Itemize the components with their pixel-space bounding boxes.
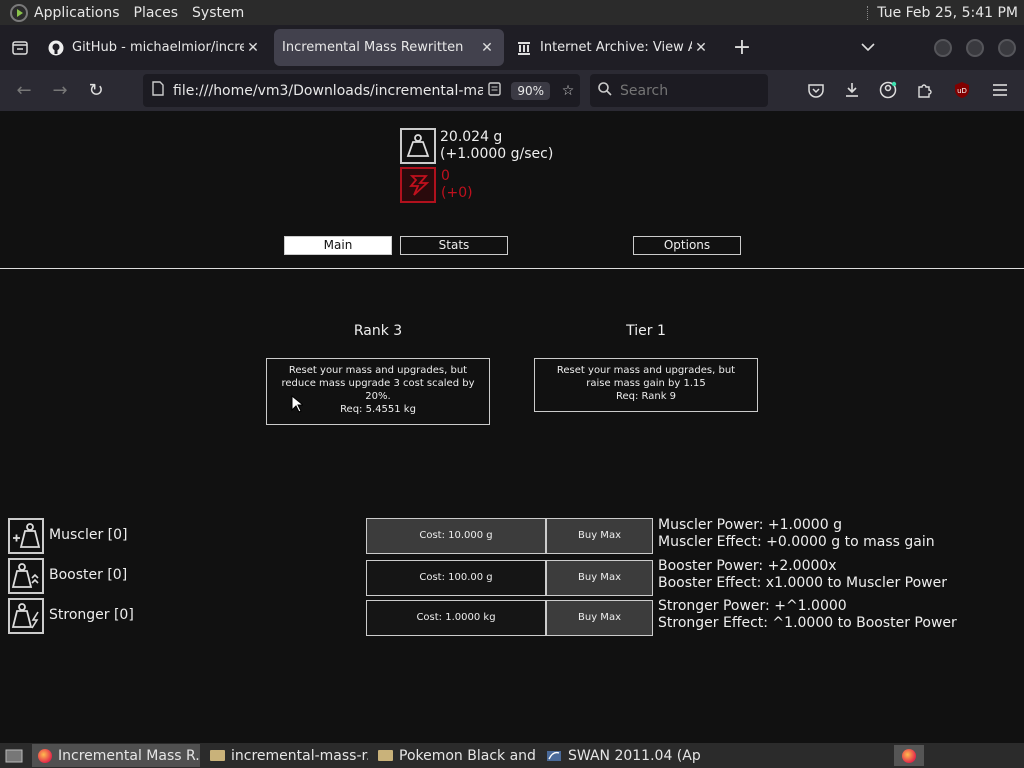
stronger-label: Stronger [0] [49,607,134,623]
tab-stats[interactable]: Stats [400,236,508,255]
stronger-effect: Stronger Effect: ^1.0000 to Booster Powe… [658,615,957,631]
github-icon [48,40,64,56]
taskbar-item-folder-pokemon[interactable]: Pokemon Black and... [372,744,536,767]
stronger-power: Stronger Power: +^1.0000 [658,598,847,614]
folder-icon [210,748,225,764]
tab-title: Internet Archive: View Archive [540,40,692,55]
muscler-effect: Muscler Effect: +0.0000 g to mass gain [658,534,935,550]
rank-reset-req: Req: 5.4551 kg [340,404,416,415]
menu-system[interactable]: System [192,5,244,21]
divider [0,268,1024,269]
tier-reset-button[interactable]: Reset your mass and upgrades, but raise … [534,358,758,412]
archive-icon [516,40,532,56]
booster-buy-max-button[interactable]: Buy Max [546,560,653,596]
tray-firefox-icon[interactable] [894,745,924,766]
tab-incremental-mass[interactable]: Incremental Mass Rewritten ✕ [274,29,504,66]
extensions-icon[interactable] [912,78,936,102]
taskbar-item-folder-incremental[interactable]: incremental-mass-r... [204,744,368,767]
firefox-view-icon[interactable] [0,25,40,70]
minimize-window-button[interactable] [934,39,952,57]
menu-places[interactable]: Places [134,5,179,21]
zoom-level-badge[interactable]: 90% [511,81,550,100]
menu-applications[interactable]: Applications [34,5,120,21]
hamburger-menu-icon[interactable] [988,78,1012,102]
distro-logo-icon[interactable] [10,3,28,22]
new-tab-button[interactable]: + [726,32,758,64]
rage-value: 0 [441,168,450,184]
close-tab-icon[interactable]: ✕ [244,40,262,56]
tab-title: GitHub - michaelmior/incremental [72,40,244,55]
muscler-buy-max-button[interactable]: Buy Max [546,518,653,554]
search-input[interactable] [620,82,750,99]
panel-separator [867,5,869,20]
url-bar[interactable]: file:///home/vm3/Downloads/incremental-m… [143,74,580,107]
forward-arrow-icon[interactable]: → [42,75,78,107]
mouse-cursor-icon [291,395,303,413]
url-text[interactable]: file:///home/vm3/Downloads/incremental-m… [173,83,483,99]
tier-title: Tier 1 [626,323,666,339]
booster-label: Booster [0] [49,567,128,583]
tier-reset-req: Req: Rank 9 [615,391,677,402]
swan-icon [546,748,562,764]
close-tab-icon[interactable]: ✕ [692,40,710,56]
maximize-window-button[interactable] [966,39,984,57]
taskbar-item-label: Incremental Mass R... [58,747,200,764]
taskbar-item-swan[interactable]: SWAN 2011.04 (Apr ... [540,744,702,767]
close-window-button[interactable] [998,39,1016,57]
folder-icon [378,748,393,764]
reload-icon[interactable]: ↻ [78,75,114,107]
tab-options[interactable]: Options [633,236,741,255]
taskbar-item-label: incremental-mass-r... [231,747,368,764]
rage-power-icon [400,167,436,203]
stronger-buy-max-button[interactable]: Buy Max [546,600,653,636]
clock[interactable]: Tue Feb 25, 5:41 PM [877,5,1018,21]
muscler-buy-button[interactable]: Cost: 10.000 g [366,518,546,554]
search-icon [590,81,620,100]
navigation-bar: ← → ↻ file:///home/vm3/Downloads/increme… [0,70,1024,111]
reader-view-icon[interactable] [483,81,505,100]
mass-weight-icon [400,128,436,164]
browser-tab-bar: GitHub - michaelmior/incremental ✕ Incre… [0,25,1024,70]
muscler-power: Muscler Power: +1.0000 g [658,517,842,533]
tab-github[interactable]: GitHub - michaelmior/incremental ✕ [40,29,270,66]
show-desktop-icon[interactable] [0,744,28,767]
tab-title: Incremental Mass Rewritten [282,40,464,55]
pocket-icon[interactable] [804,78,828,102]
game-page: 20.024 g (+1.0000 g/sec) 0 (+0) Main Sta… [0,111,1024,743]
rage-rate: (+0) [441,185,473,201]
booster-effect: Booster Effect: x1.0000 to Muscler Power [658,575,948,591]
firefox-icon [38,748,52,764]
booster-buy-button[interactable]: Cost: 100.00 g [366,560,546,596]
muscler-icon [8,518,44,554]
taskbar-item-label: Pokemon Black and... [399,747,536,764]
mass-value: 20.024 g [440,129,503,145]
taskbar-item-firefox[interactable]: Incremental Mass R... [32,744,200,767]
downloads-icon[interactable] [840,78,864,102]
svg-text:uD: uD [957,87,967,95]
taskbar-item-label: SWAN 2011.04 (Apr ... [568,747,702,764]
mass-rate: (+1.0000 g/sec) [440,146,554,162]
stronger-buy-button[interactable]: Cost: 1.0000 kg [366,600,546,636]
stronger-icon [8,598,44,634]
back-arrow-icon[interactable]: ← [6,75,42,107]
close-tab-icon[interactable]: ✕ [478,40,496,56]
page-info-icon[interactable] [143,81,173,100]
rank-title: Rank 3 [353,323,403,339]
muscler-label: Muscler [0] [49,527,128,543]
tier-reset-desc: Reset your mass and upgrades, but raise … [556,365,736,389]
ublock-origin-icon[interactable]: uD [950,78,974,102]
tab-internet-archive[interactable]: Internet Archive: View Archive ✕ [508,29,718,66]
tab-main[interactable]: Main [284,236,392,255]
system-panel: Applications Places System Tue Feb 25, 5… [0,0,1024,25]
search-bar[interactable] [590,74,768,107]
booster-icon [8,558,44,594]
account-icon[interactable] [876,78,900,102]
taskbar: Incremental Mass R... incremental-mass-r… [0,743,1024,768]
rank-reset-button[interactable]: Reset your mass and upgrades, but reduce… [266,358,490,425]
rank-reset-desc: Reset your mass and upgrades, but reduce… [281,365,475,402]
bookmark-star-icon[interactable]: ☆ [556,83,580,99]
list-all-tabs-icon[interactable] [858,33,878,61]
booster-power: Booster Power: +2.0000x [658,558,837,574]
